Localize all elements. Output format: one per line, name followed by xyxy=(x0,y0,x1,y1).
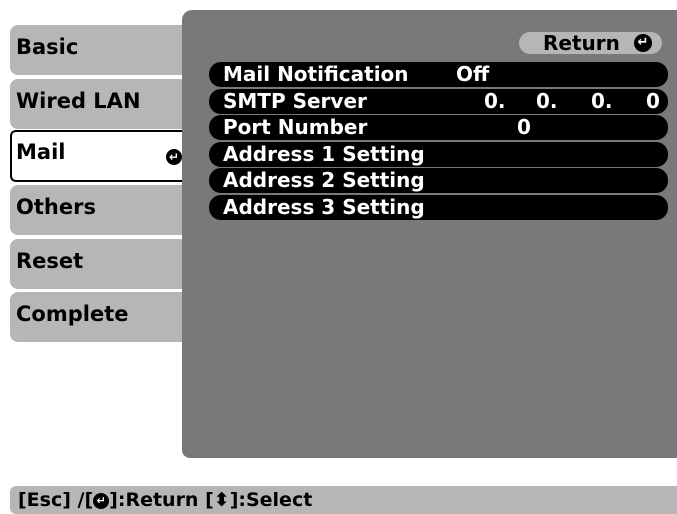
row-label: Port Number xyxy=(223,115,368,139)
tab-label: Wired LAN xyxy=(16,89,141,113)
tab-label: Reset xyxy=(16,249,84,273)
enter-icon: ↵ xyxy=(634,34,652,52)
ip-octet-2[interactable]: 0. xyxy=(536,89,558,114)
row-address-2[interactable]: Address 2 Setting xyxy=(209,168,668,193)
ip-octet-1[interactable]: 0. xyxy=(484,89,506,114)
return-button[interactable]: Return ↵ xyxy=(519,32,662,54)
up-down-arrow-icon: ⬍ xyxy=(213,489,230,511)
tab-complete[interactable]: Complete xyxy=(10,292,188,342)
tab-reset[interactable]: Reset xyxy=(10,239,188,289)
status-select: ]:Select xyxy=(229,489,313,511)
tab-label: Others xyxy=(16,195,96,219)
ip-octet-3[interactable]: 0. xyxy=(591,89,613,114)
row-label: SMTP Server xyxy=(223,89,367,113)
enter-icon: ↵ xyxy=(166,149,182,165)
tab-label: Mail xyxy=(16,140,66,164)
status-bar: [Esc] /[↵]:Return [⬍]:Select xyxy=(10,486,677,514)
row-port-number[interactable]: Port Number 0 xyxy=(209,115,668,140)
row-label: Address 3 Setting xyxy=(223,195,425,219)
row-label: Address 1 Setting xyxy=(223,142,425,166)
enter-icon: ↵ xyxy=(93,492,110,509)
tab-label: Complete xyxy=(16,302,129,326)
return-label: Return xyxy=(543,31,620,55)
tab-label: Basic xyxy=(16,35,79,59)
ip-octet-4[interactable]: 0 xyxy=(646,89,660,114)
row-value: 0 xyxy=(517,115,531,139)
row-value: Off xyxy=(456,62,490,86)
row-address-1[interactable]: Address 1 Setting xyxy=(209,142,668,167)
row-label: Address 2 Setting xyxy=(223,168,425,192)
settings-panel: Return ↵ Mail Notification Off SMTP Serv… xyxy=(182,10,677,458)
row-smtp-server[interactable]: SMTP Server 0. 0. 0. 0 xyxy=(209,89,668,114)
row-mail-notification[interactable]: Mail Notification Off xyxy=(209,62,668,87)
row-label: Mail Notification xyxy=(223,62,409,86)
row-address-3[interactable]: Address 3 Setting xyxy=(209,195,668,220)
tab-basic[interactable]: Basic xyxy=(10,25,188,75)
tab-others[interactable]: Others xyxy=(10,185,188,235)
status-return: ]:Return [ xyxy=(109,489,214,511)
status-prefix: [Esc] /[ xyxy=(18,489,94,511)
tab-mail[interactable]: Mail ↵ xyxy=(10,130,190,182)
tab-wired-lan[interactable]: Wired LAN xyxy=(10,79,188,129)
